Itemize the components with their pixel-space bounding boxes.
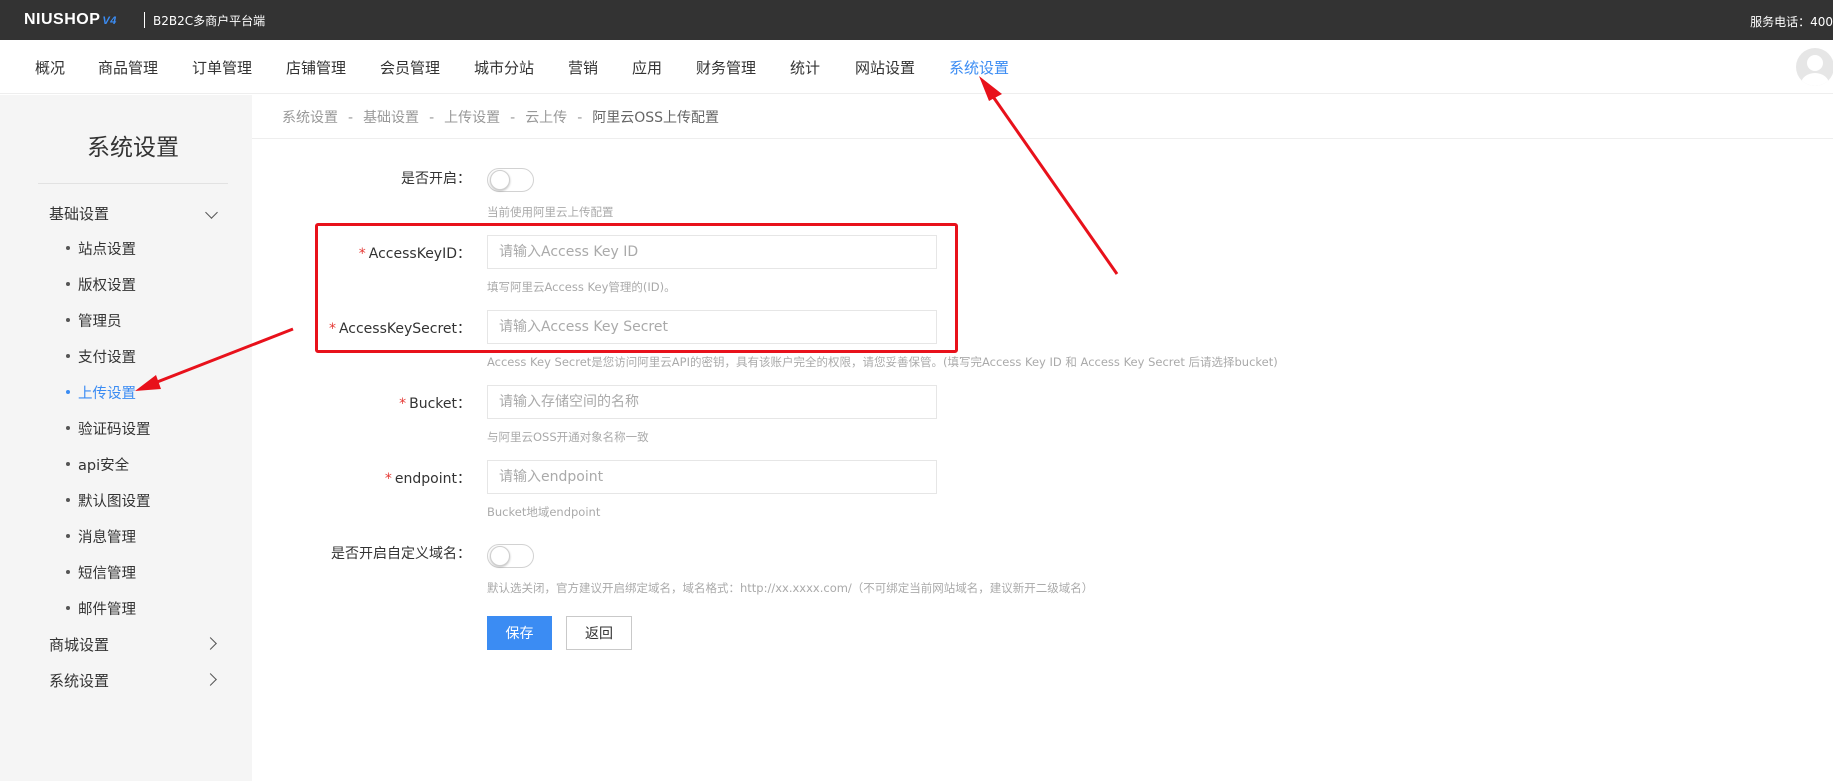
bullet-icon — [66, 318, 70, 322]
bullet-icon — [66, 426, 70, 430]
nav-item-finance[interactable]: 财务管理 — [696, 57, 756, 78]
sidebar-item-default-image[interactable]: 默认图设置 — [66, 490, 151, 511]
bucket-input[interactable] — [487, 385, 937, 419]
switch-knob — [490, 170, 510, 190]
platform-name: B2B2C多商户平台端 — [153, 14, 266, 28]
enable-switch[interactable] — [487, 168, 534, 192]
bullet-icon — [66, 462, 70, 466]
nav-item-goods[interactable]: 商品管理 — [98, 57, 158, 78]
sidebar-item-sms[interactable]: 短信管理 — [66, 562, 136, 583]
bullet-icon — [66, 606, 70, 610]
bullet-icon — [66, 570, 70, 574]
custom-domain-hint: 默认选关闭，官方建议开启绑定域名，域名格式：http://xx.xxxx.com… — [487, 581, 1094, 595]
top-bar: NIUSHOP V4 B2B2C多商户平台端 服务电话：400 — [0, 0, 1833, 40]
logo[interactable]: NIUSHOP V4 — [24, 11, 117, 29]
logo-version: V4 — [102, 15, 117, 27]
chevron-right-icon[interactable] — [204, 637, 217, 650]
breadcrumb-separator: - — [510, 110, 516, 126]
avatar-body — [1801, 73, 1829, 86]
sidebar-item-payment[interactable]: 支付设置 — [66, 346, 136, 367]
annotation-highlight-box — [315, 223, 958, 353]
sidebar: 系统设置 基础设置 站点设置 版权设置 管理员 支付设置 上传设置 验证码设置 … — [0, 95, 252, 781]
nav-item-orders[interactable]: 订单管理 — [192, 57, 252, 78]
sidebar-group-basic[interactable]: 基础设置 — [49, 203, 109, 224]
sidebar-item-admin[interactable]: 管理员 — [66, 310, 122, 331]
bullet-icon — [66, 498, 70, 502]
enable-label: 是否开启： — [401, 171, 471, 187]
required-mark: * — [399, 396, 407, 412]
access-key-secret-hint: Access Key Secret是您访问阿里云API的密钥，具有该账户完全的权… — [487, 355, 1278, 369]
chevron-right-icon[interactable] — [204, 673, 217, 686]
bucket-label: * Bucket： — [399, 396, 471, 412]
endpoint-hint: Bucket地域endpoint — [487, 505, 601, 519]
nav-item-city-sites[interactable]: 城市分站 — [474, 57, 534, 78]
bullet-icon — [66, 246, 70, 250]
service-phone: 服务电话：400 — [1750, 15, 1833, 29]
bullet-icon — [66, 534, 70, 538]
sidebar-item-copyright[interactable]: 版权设置 — [66, 274, 136, 295]
breadcrumb-item[interactable]: 系统设置 — [282, 110, 338, 126]
main-nav: 概况 商品管理 订单管理 店铺管理 会员管理 城市分站 营销 应用 财务管理 统… — [0, 40, 1833, 94]
breadcrumb-current: 阿里云OSS上传配置 — [592, 110, 720, 126]
bucket-hint: 与阿里云OSS开通对象名称一致 — [487, 430, 649, 444]
bullet-icon — [66, 282, 70, 286]
sidebar-item-upload[interactable]: 上传设置 — [66, 382, 136, 403]
nav-item-system-settings[interactable]: 系统设置 — [949, 57, 1009, 78]
nav-item-apps[interactable]: 应用 — [632, 57, 662, 78]
logo-text: NIUSHOP — [24, 11, 101, 28]
switch-knob — [490, 546, 510, 566]
custom-domain-label: 是否开启自定义域名： — [331, 546, 471, 562]
sidebar-group-system[interactable]: 系统设置 — [49, 670, 109, 691]
chevron-down-icon[interactable] — [205, 206, 218, 219]
sidebar-item-captcha[interactable]: 验证码设置 — [66, 418, 151, 439]
nav-item-members[interactable]: 会员管理 — [380, 57, 440, 78]
breadcrumb: 系统设置 - 基础设置 - 上传设置 - 云上传 - 阿里云OSS上传配置 — [282, 107, 719, 127]
breadcrumb-divider — [252, 138, 1833, 139]
save-button[interactable]: 保存 — [487, 616, 552, 650]
logo-divider — [144, 12, 145, 28]
bullet-icon — [66, 354, 70, 358]
sidebar-title: 系统设置 — [87, 135, 179, 161]
sidebar-item-api-security[interactable]: api安全 — [66, 454, 129, 475]
breadcrumb-item[interactable]: 基础设置 — [363, 110, 419, 126]
sidebar-item-site[interactable]: 站点设置 — [66, 238, 136, 259]
nav-item-marketing[interactable]: 营销 — [568, 57, 598, 78]
sidebar-group-mall[interactable]: 商城设置 — [49, 634, 109, 655]
nav-item-stats[interactable]: 统计 — [790, 57, 820, 78]
required-mark: * — [384, 471, 392, 487]
sidebar-item-email[interactable]: 邮件管理 — [66, 598, 136, 619]
endpoint-input[interactable] — [487, 460, 937, 494]
avatar[interactable] — [1796, 48, 1833, 86]
sidebar-item-messages[interactable]: 消息管理 — [66, 526, 136, 547]
breadcrumb-separator: - — [348, 110, 354, 126]
endpoint-label: * endpoint： — [384, 471, 471, 487]
nav-item-site-settings[interactable]: 网站设置 — [855, 57, 915, 78]
breadcrumb-item[interactable]: 云上传 — [525, 110, 567, 126]
enable-hint: 当前使用阿里云上传配置 — [487, 205, 614, 219]
nav-item-overview[interactable]: 概况 — [35, 57, 65, 78]
breadcrumb-separator: - — [429, 110, 435, 126]
sidebar-divider — [38, 183, 228, 184]
back-button[interactable]: 返回 — [566, 616, 632, 650]
breadcrumb-item[interactable]: 上传设置 — [444, 110, 500, 126]
breadcrumb-separator: - — [577, 110, 583, 126]
nav-item-shops[interactable]: 店铺管理 — [286, 57, 346, 78]
annotation-arrow-nav — [979, 76, 1119, 275]
custom-domain-switch[interactable] — [487, 544, 534, 568]
avatar-head — [1807, 55, 1823, 71]
bullet-icon — [66, 390, 70, 394]
